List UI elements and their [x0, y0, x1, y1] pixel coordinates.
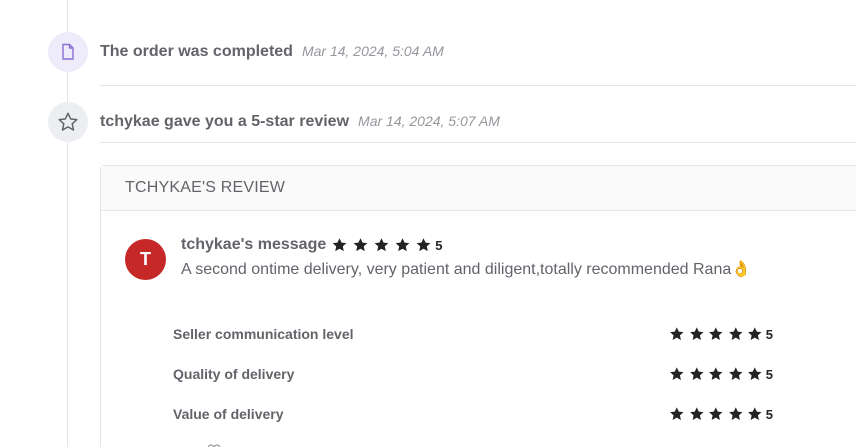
review-author-label: tchykae's message: [181, 236, 327, 253]
star-rating: 5: [669, 406, 773, 422]
review-message-block: tchykae's message 5 A second ontime deli…: [181, 236, 751, 279]
order-activity-page: The order was completed Mar 14, 2024, 5:…: [0, 0, 856, 447]
criterion-row: Quality of delivery 5: [173, 354, 773, 394]
star-icon: [689, 407, 703, 420]
criterion-row: Value of delivery 5: [173, 394, 773, 434]
document-icon: [48, 32, 88, 72]
criterion-label: Seller communication level: [173, 326, 354, 342]
star-rating: 5: [331, 237, 442, 253]
star-icon: [709, 367, 723, 380]
timeline-event-review: tchykae gave you a 5-star review Mar 14,…: [48, 102, 500, 142]
star-icon: [709, 407, 723, 420]
star-icon: [670, 407, 684, 420]
star-icon: [728, 327, 743, 340]
star-icon: [728, 407, 743, 420]
divider: [100, 85, 856, 86]
star-icon: [689, 367, 703, 380]
star-icon: [670, 327, 684, 340]
rating-value: 5: [435, 237, 443, 253]
clipped-icon: [207, 442, 221, 447]
star-icon: [416, 238, 431, 252]
criterion-label: Value of delivery: [173, 406, 284, 422]
star-rating: 5: [669, 366, 773, 382]
event-title: tchykae gave you a 5-star review: [100, 113, 350, 130]
star-icon: [709, 327, 723, 340]
review-heading: TCHYKAE'S REVIEW: [125, 179, 286, 196]
star-icon: [689, 327, 703, 340]
criterion-label: Quality of delivery: [173, 366, 295, 382]
event-timestamp: Mar 14, 2024, 5:04 AM: [301, 43, 444, 59]
star-icon: [748, 367, 762, 380]
criterion-row: Seller communication level 5: [173, 314, 773, 354]
divider: [100, 142, 856, 143]
review-card: TCHYKAE'S REVIEW T tchykae's message 5 A…: [100, 165, 856, 447]
star-icon: [332, 238, 347, 252]
star-icon: [395, 238, 410, 252]
timeline-event-order-completed: The order was completed Mar 14, 2024, 5:…: [48, 32, 444, 72]
event-title: The order was completed: [100, 43, 293, 60]
rating-value: 5: [765, 366, 773, 382]
star-icon: [748, 407, 762, 420]
star-icon: [728, 367, 743, 380]
avatar[interactable]: T: [125, 239, 166, 280]
star-icon: [353, 238, 368, 252]
star-rating: 5: [669, 326, 773, 342]
star-icon: [374, 238, 389, 252]
review-header: TCHYKAE'S REVIEW: [101, 166, 856, 211]
rating-value: 5: [765, 326, 773, 342]
star-icon: [670, 367, 684, 380]
avatar-initial: T: [140, 249, 151, 269]
rating-value: 5: [765, 406, 773, 422]
rating-criteria: Seller communication level 5 Quality of …: [173, 314, 773, 434]
review-message-text: A second ontime delivery, very patient a…: [181, 261, 752, 278]
star-icon: [748, 327, 762, 340]
event-timestamp: Mar 14, 2024, 5:07 AM: [358, 113, 500, 129]
star-icon: [48, 102, 88, 142]
